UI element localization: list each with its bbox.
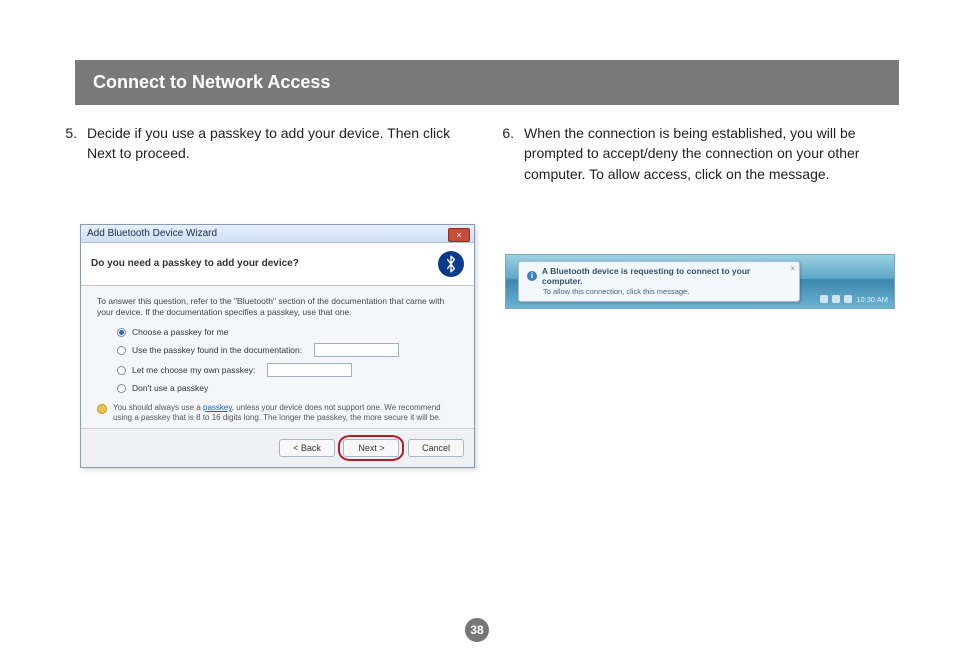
- column-right: 6. When the connection is being establis…: [492, 123, 899, 184]
- bluetooth-icon: [438, 251, 464, 277]
- window-titlebar: Add Bluetooth Device Wizard ×: [81, 225, 474, 243]
- option-no-passkey[interactable]: Don't use a passkey: [117, 383, 458, 393]
- passkey-doc-field[interactable]: [314, 343, 399, 357]
- radio-icon: [117, 384, 126, 393]
- wizard-note: You should always use a passkey, unless …: [97, 403, 458, 422]
- balloon-title-row: i A Bluetooth device is requesting to co…: [527, 266, 791, 286]
- page-number-badge: 38: [465, 618, 489, 642]
- system-tray: 10:30 AM: [820, 295, 888, 304]
- close-icon[interactable]: ×: [790, 264, 795, 273]
- balloon-title: A Bluetooth device is requesting to conn…: [542, 266, 791, 286]
- column-left: 5. Decide if you use a passkey to add yo…: [55, 123, 462, 184]
- option-label: Use the passkey found in the documentati…: [132, 345, 302, 355]
- instruction-columns: 5. Decide if you use a passkey to add yo…: [55, 123, 899, 184]
- balloon-tooltip[interactable]: i A Bluetooth device is requesting to co…: [518, 261, 800, 302]
- next-button-label: Next >: [358, 443, 384, 453]
- option-choose-own[interactable]: Let me choose my own passkey:: [117, 363, 458, 377]
- option-label: Choose a passkey for me: [132, 327, 228, 337]
- note-pre: You should always use a: [113, 403, 203, 412]
- next-button[interactable]: Next >: [343, 439, 399, 457]
- wizard-header: Do you need a passkey to add your device…: [81, 243, 474, 286]
- radio-icon: [117, 328, 126, 337]
- bluetooth-wizard-dialog: Add Bluetooth Device Wizard × Do you nee…: [80, 224, 475, 468]
- option-choose-for-me[interactable]: Choose a passkey for me: [117, 327, 458, 337]
- wizard-info-text: To answer this question, refer to the "B…: [97, 296, 458, 317]
- tray-icon[interactable]: [844, 295, 852, 303]
- taskbar-notification: i A Bluetooth device is requesting to co…: [505, 254, 895, 309]
- window-title: Add Bluetooth Device Wizard: [87, 228, 217, 239]
- wizard-heading: Do you need a passkey to add your device…: [91, 258, 430, 269]
- step-number: 5.: [55, 123, 77, 164]
- step-text: Decide if you use a passkey to add your …: [87, 123, 462, 164]
- option-use-documentation[interactable]: Use the passkey found in the documentati…: [117, 343, 458, 357]
- section-header: Connect to Network Access: [75, 60, 899, 105]
- close-icon[interactable]: ×: [448, 228, 470, 242]
- passkey-own-field[interactable]: [267, 363, 352, 377]
- step-number: 6.: [492, 123, 514, 184]
- info-icon: [97, 404, 107, 414]
- step-5: 5. Decide if you use a passkey to add yo…: [55, 123, 462, 164]
- option-label: Don't use a passkey: [132, 383, 208, 393]
- wizard-buttons: < Back Next > Cancel: [81, 428, 474, 467]
- radio-icon: [117, 346, 126, 355]
- page-number: 38: [470, 623, 483, 637]
- note-text: You should always use a passkey, unless …: [113, 403, 458, 422]
- tray-icon[interactable]: [832, 295, 840, 303]
- tray-icon[interactable]: [820, 295, 828, 303]
- wizard-body: To answer this question, refer to the "B…: [81, 286, 474, 428]
- figure-row: Add Bluetooth Device Wizard × Do you nee…: [55, 224, 899, 468]
- radio-icon: [117, 366, 126, 375]
- section-title: Connect to Network Access: [93, 72, 330, 92]
- clock-text: 10:30 AM: [856, 295, 888, 304]
- step-6: 6. When the connection is being establis…: [492, 123, 899, 184]
- option-label: Let me choose my own passkey:: [132, 365, 255, 375]
- passkey-options: Choose a passkey for me Use the passkey …: [97, 327, 458, 393]
- passkey-link[interactable]: passkey: [203, 403, 232, 412]
- info-icon: i: [527, 271, 537, 281]
- toast-figure: i A Bluetooth device is requesting to co…: [505, 224, 899, 309]
- step-text: When the connection is being established…: [524, 123, 899, 184]
- back-button[interactable]: < Back: [279, 439, 335, 457]
- balloon-subtext: To allow this connection, click this mes…: [543, 287, 791, 296]
- cancel-button[interactable]: Cancel: [408, 439, 464, 457]
